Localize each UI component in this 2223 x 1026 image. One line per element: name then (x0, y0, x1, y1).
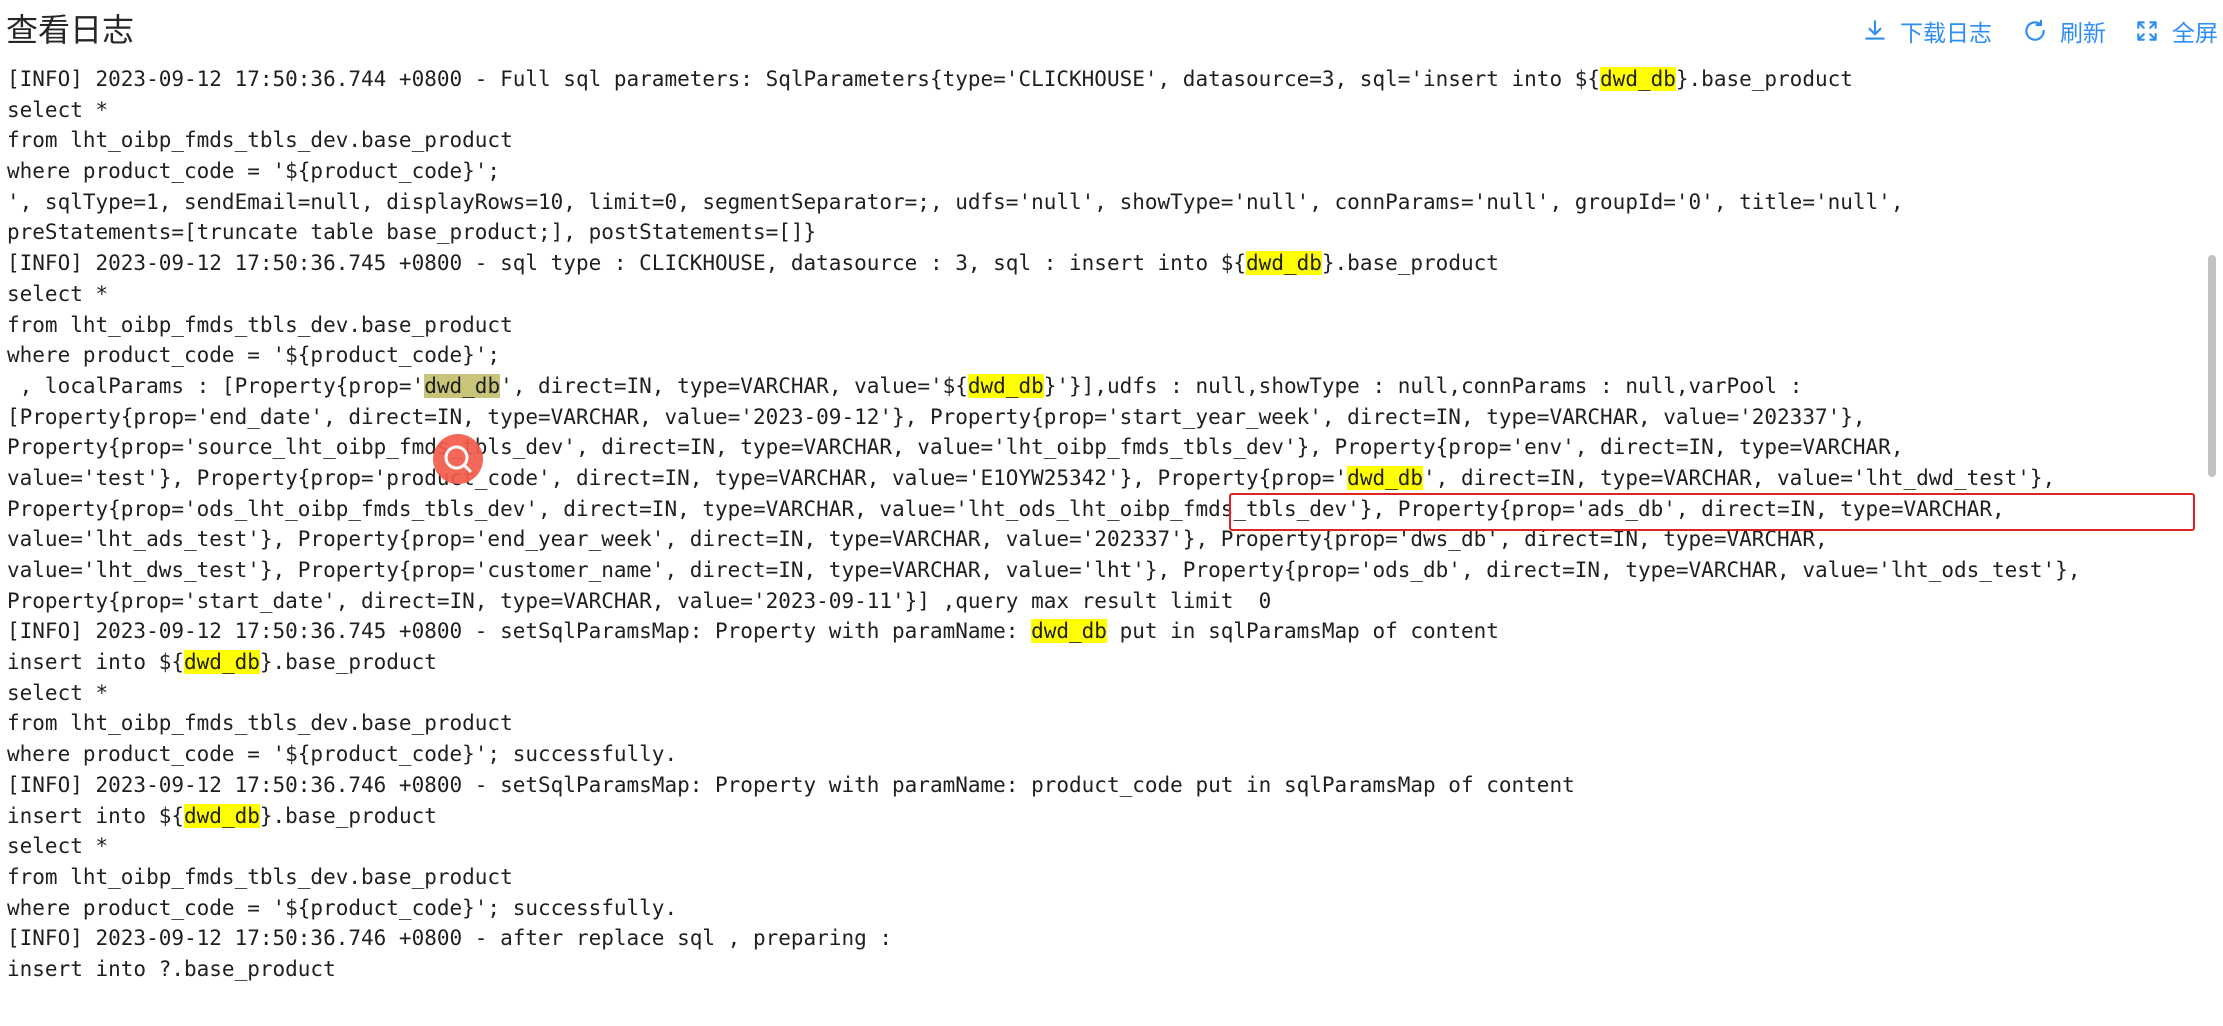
annotation-highlight-box (1229, 493, 2195, 531)
log-text: , localParams : [Property{prop=' (7, 373, 425, 398)
log-text: }'}],udfs : null,showType : null,connPar… (1043, 373, 1803, 398)
log-line: from lht_oibp_fmds_tbls_dev.base_product (7, 862, 2080, 893)
log-text: value='lht_dws_test'}, Property{prop='cu… (7, 558, 2081, 582)
log-content-area[interactable]: [INFO] 2023-09-12 17:50:36.744 +0800 - F… (0, 64, 2206, 1026)
highlighted-token: dwd_db (424, 373, 501, 398)
highlighted-token: dwd_db (1347, 465, 1424, 490)
log-line: from lht_oibp_fmds_tbls_dev.base_product (7, 708, 2080, 739)
log-text: value='test'}, Property{prop='product_co… (7, 465, 1348, 490)
log-line: Property{prop='source_lht_oibp_fmds_tbls… (7, 432, 2080, 463)
log-line: insert into ?.base_product (7, 954, 2080, 985)
log-line: [INFO] 2023-09-12 17:50:36.744 +0800 - F… (7, 64, 2080, 95)
log-text: [INFO] 2023-09-12 17:50:36.745 +0800 - s… (7, 619, 1032, 644)
log-line: select * (7, 95, 2080, 126)
log-line: where product_code = '${product_code}'; … (7, 739, 2080, 770)
log-line: , localParams : [Property{prop='dwd_db',… (7, 371, 2080, 402)
log-line: where product_code = '${product_code}'; (7, 156, 2080, 187)
log-text: insert into ?.base_product (7, 956, 336, 981)
log-dialog-header: 查看日志 下载日志 刷新 全屏 (0, 0, 2223, 62)
download-log-button[interactable]: 下载日志 (1862, 16, 1992, 47)
log-text: put in sqlParamsMap of content (1106, 619, 1499, 644)
log-text: from lht_oibp_fmds_tbls_dev.base_product (7, 864, 513, 889)
log-line: preStatements=[truncate table base_produ… (7, 217, 2080, 248)
log-line: Property{prop='start_date', direct=IN, t… (7, 586, 2080, 617)
log-text: insert into ${ (7, 803, 185, 828)
log-text: preStatements=[truncate table base_produ… (7, 220, 817, 245)
log-text: [Property{prop='end_date', direct=IN, ty… (7, 404, 1866, 429)
highlighted-token: dwd_db (184, 803, 260, 828)
log-line: insert into ${dwd_db}.base_product (7, 801, 2080, 832)
log-text: insert into ${ (7, 650, 185, 675)
log-text: select * (7, 97, 109, 122)
fullscreen-label: 全屏 (2172, 21, 2218, 47)
download-icon (1865, 20, 1885, 40)
highlighted-token: dwd_db (1246, 251, 1322, 276)
log-text: [INFO] 2023-09-12 17:50:36.745 +0800 - s… (7, 251, 1247, 276)
log-line: where product_code = '${product_code}'; … (7, 893, 2080, 924)
log-line: [INFO] 2023-09-12 17:50:36.745 +0800 - s… (7, 616, 2080, 647)
highlighted-token: dwd_db (1031, 619, 1107, 644)
log-line: value='lht_dws_test'}, Property{prop='cu… (7, 555, 2080, 586)
log-line: [INFO] 2023-09-12 17:50:36.746 +0800 - a… (7, 923, 2080, 954)
highlighted-token: dwd_db (967, 373, 1044, 398)
highlighted-token: dwd_db (1600, 67, 1676, 91)
log-line: from lht_oibp_fmds_tbls_dev.base_product (7, 310, 2080, 341)
log-line: [Property{prop='end_date', direct=IN, ty… (7, 402, 2080, 433)
log-text: from lht_oibp_fmds_tbls_dev.base_product (7, 128, 513, 153)
log-text: select * (7, 680, 109, 705)
log-line: where product_code = '${product_code}'; (7, 340, 2080, 371)
log-line: [INFO] 2023-09-12 17:50:36.745 +0800 - s… (7, 248, 2080, 279)
fullscreen-button[interactable]: 全屏 (2134, 16, 2218, 47)
download-log-label: 下载日志 (1900, 21, 1992, 47)
floating-search-button[interactable] (433, 434, 483, 484)
refresh-button[interactable]: 刷新 (2022, 16, 2106, 47)
log-line: value='test'}, Property{prop='product_co… (7, 463, 2080, 494)
log-line: select * (7, 678, 2080, 709)
page-title: 查看日志 (6, 11, 135, 49)
log-line: select * (7, 831, 2080, 862)
log-text: ', direct=IN, type=VARCHAR, value='${ (500, 373, 968, 398)
log-text: }.base_product (1321, 251, 1499, 276)
log-text: }.base_product (1675, 67, 1853, 91)
log-text: }.base_product (259, 650, 437, 675)
log-text: where product_code = '${product_code}'; (7, 159, 501, 184)
refresh-icon (2025, 19, 2045, 41)
log-text: [INFO] 2023-09-12 17:50:36.744 +0800 - F… (7, 67, 1601, 91)
highlighted-token: dwd_db (184, 650, 260, 675)
log-text: [INFO] 2023-09-12 17:50:36.746 +0800 - a… (7, 926, 893, 951)
log-text: ', direct=IN, type=VARCHAR, value='lht_d… (1423, 465, 2056, 490)
log-line: ', sqlType=1, sendEmail=null, displayRow… (7, 187, 2080, 218)
log-text: Property{prop='source_lht_oibp_fmds_tbls… (7, 435, 1904, 460)
log-text: ', sqlType=1, sendEmail=null, displayRow… (7, 189, 1904, 214)
log-line: from lht_oibp_fmds_tbls_dev.base_product (7, 125, 2080, 156)
log-text: [INFO] 2023-09-12 17:50:36.746 +0800 - s… (7, 772, 1575, 797)
fullscreen-icon (2137, 21, 2157, 41)
refresh-label: 刷新 (2060, 21, 2106, 47)
log-line: insert into ${dwd_db}.base_product (7, 647, 2080, 678)
log-text: Property{prop='start_date', direct=IN, t… (7, 588, 1272, 613)
log-text: from lht_oibp_fmds_tbls_dev.base_product (7, 312, 513, 337)
log-text: where product_code = '${product_code}'; (7, 343, 501, 368)
vertical-scrollbar-thumb[interactable] (2208, 255, 2216, 477)
log-text: select * (7, 834, 109, 859)
log-text: where product_code = '${product_code}'; … (7, 895, 678, 920)
log-text: select * (7, 281, 109, 306)
log-line: select * (7, 279, 2080, 310)
log-text: where product_code = '${product_code}'; … (7, 742, 678, 767)
log-text: from lht_oibp_fmds_tbls_dev.base_product (7, 711, 513, 736)
search-icon (444, 445, 472, 473)
log-line: [INFO] 2023-09-12 17:50:36.746 +0800 - s… (7, 770, 2080, 801)
log-text: }.base_product (259, 803, 437, 828)
